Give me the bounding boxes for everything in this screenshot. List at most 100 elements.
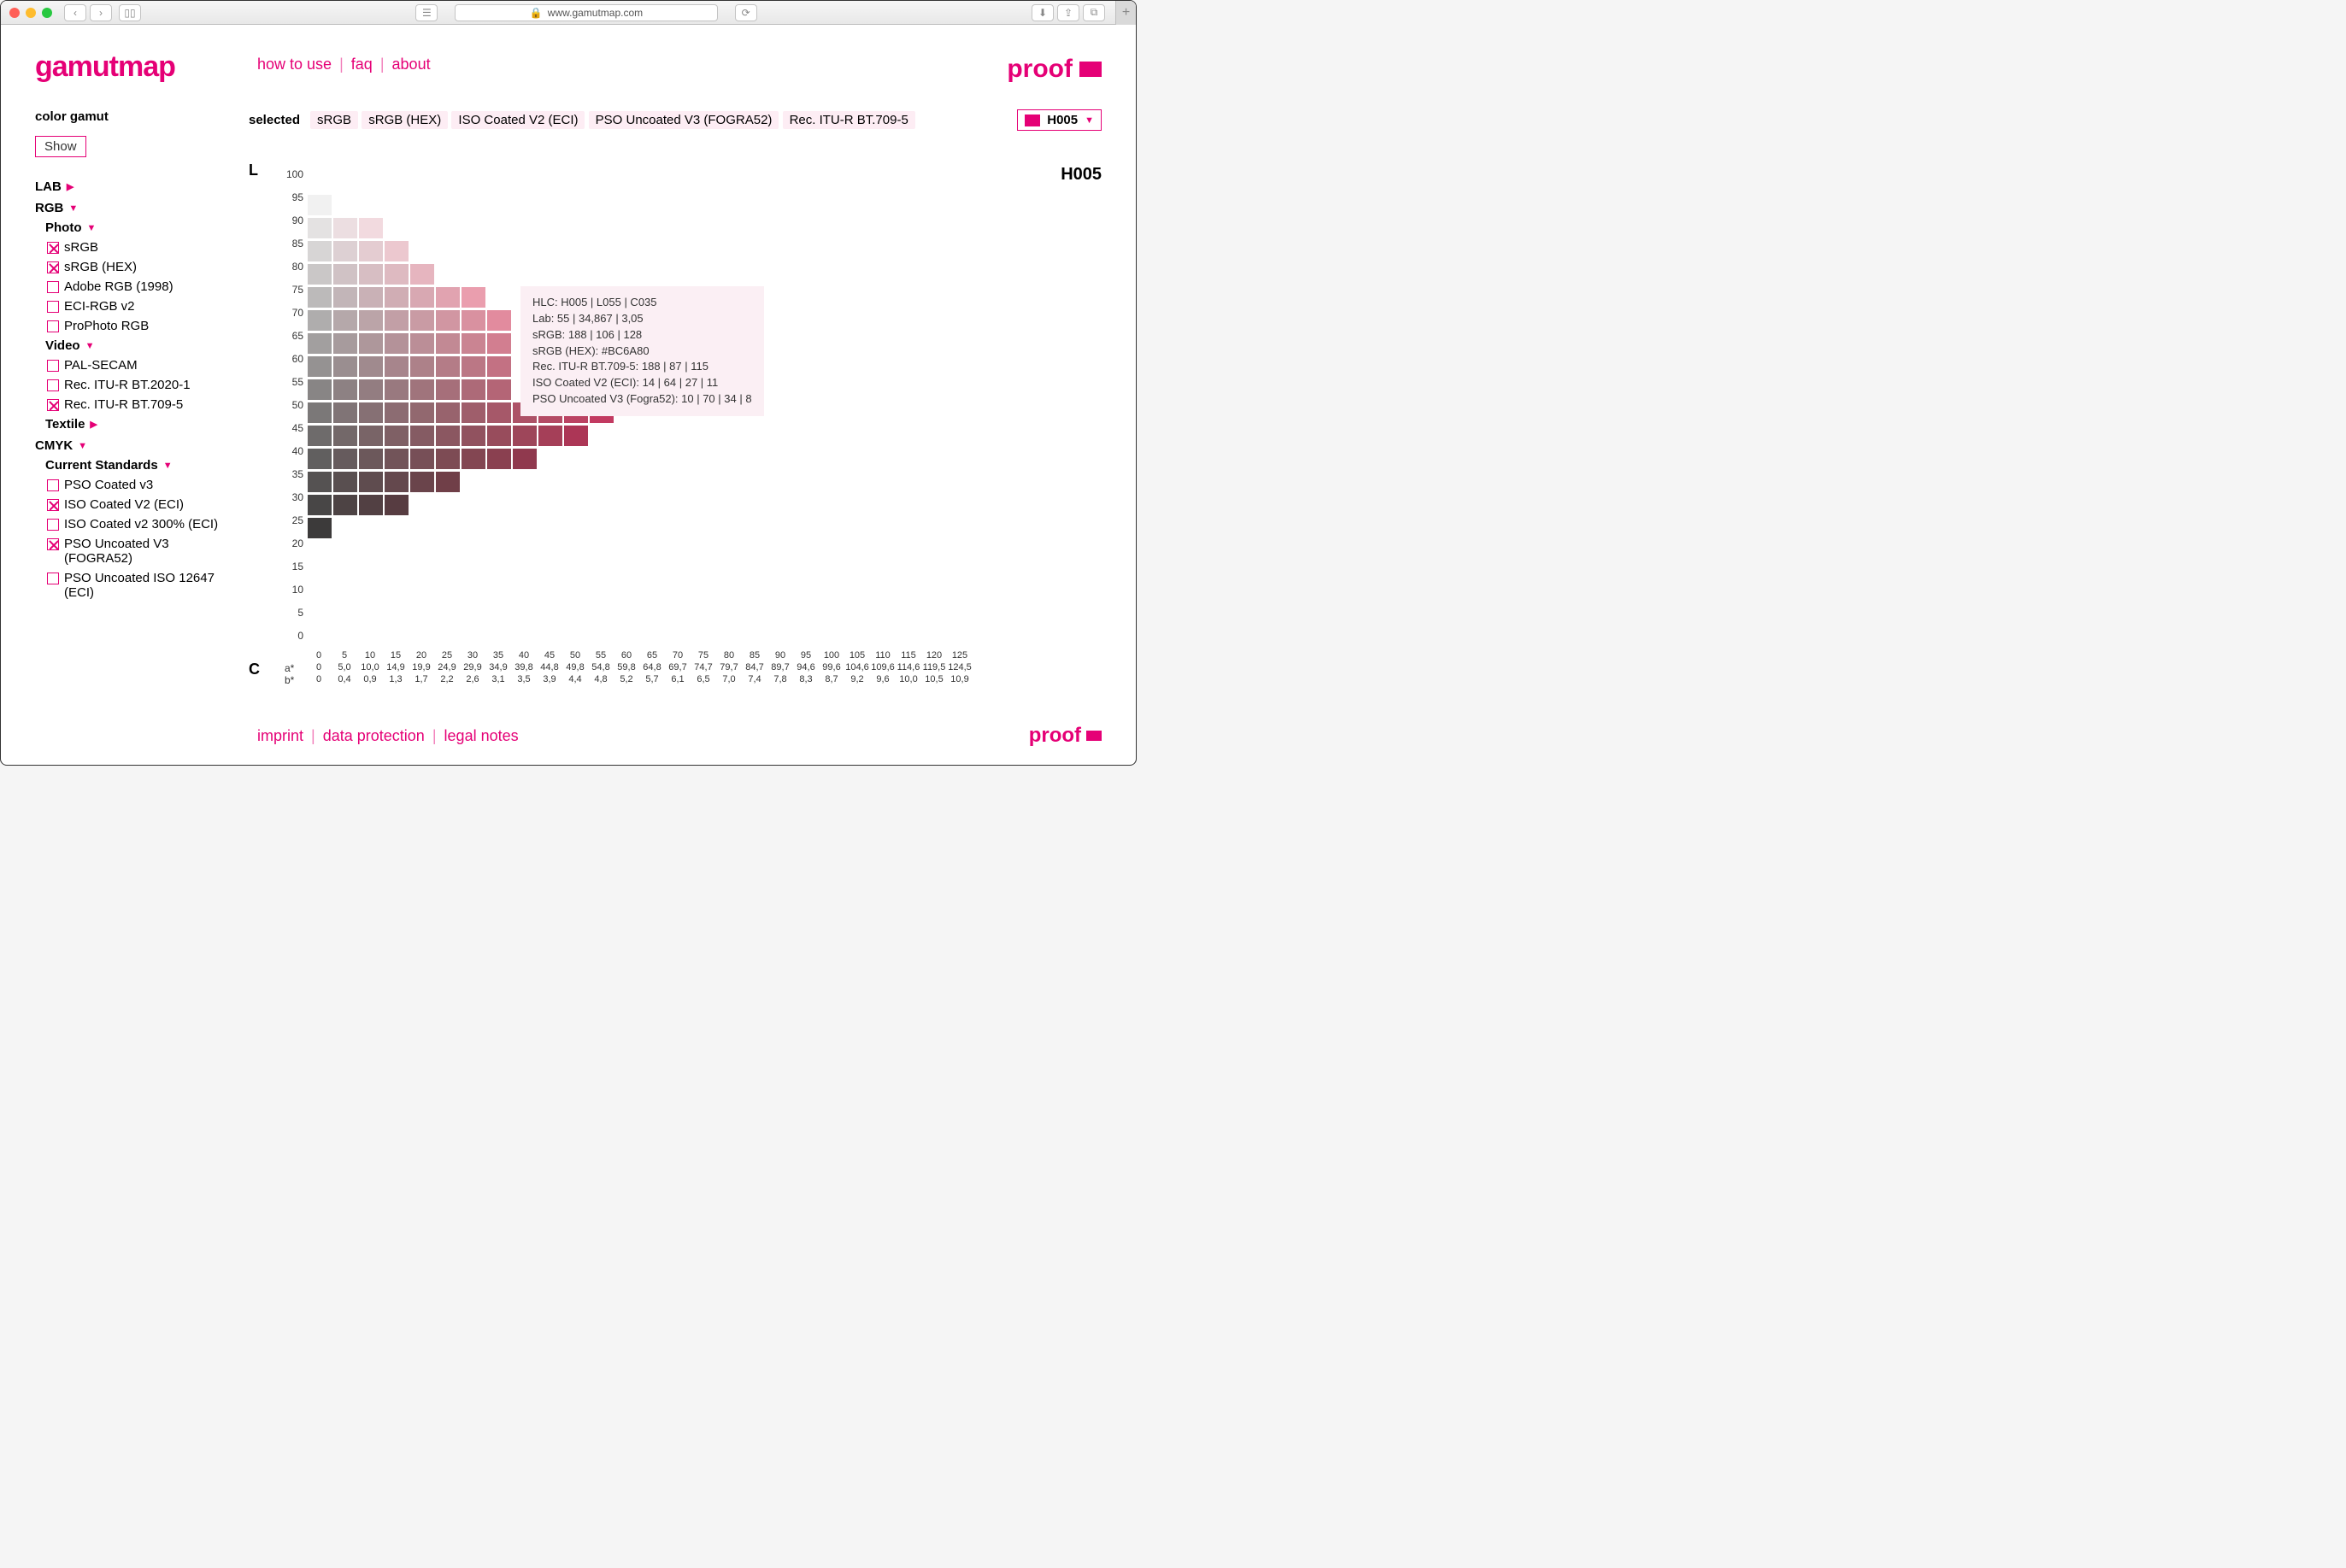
gamut-cell[interactable] — [409, 332, 435, 355]
gamut-chart[interactable]: L H005 100959085807570656055504540353025… — [249, 165, 1102, 695]
gamut-cell[interactable] — [307, 332, 332, 355]
gamut-cell[interactable] — [307, 448, 332, 470]
selected-chip[interactable]: ISO Coated V2 (ECI) — [451, 111, 585, 129]
opt-srgb[interactable]: sRGB — [47, 240, 240, 255]
selected-chip[interactable]: sRGB (HEX) — [362, 111, 448, 129]
gamut-cell[interactable] — [307, 240, 332, 262]
gamut-cell[interactable] — [358, 379, 384, 401]
gamut-cell[interactable] — [358, 471, 384, 493]
gamut-cell[interactable] — [409, 402, 435, 424]
opt-pal-secam[interactable]: PAL-SECAM — [47, 358, 240, 373]
gamut-cell[interactable] — [307, 379, 332, 401]
site-logo[interactable]: gamutmap — [35, 50, 175, 84]
sidebar-toggle-button[interactable]: ▯▯ — [119, 4, 141, 21]
gamut-cell[interactable] — [435, 448, 461, 470]
gamut-cell[interactable] — [358, 286, 384, 308]
gamut-cell[interactable] — [384, 309, 409, 332]
selected-chip[interactable]: sRGB — [310, 111, 358, 129]
gamut-cell[interactable] — [358, 402, 384, 424]
gamut-cell[interactable] — [332, 448, 358, 470]
gamut-cell[interactable] — [307, 494, 332, 516]
gamut-cell[interactable] — [384, 402, 409, 424]
gamut-cell[interactable] — [435, 286, 461, 308]
address-bar[interactable]: 🔒 www.gamutmap.com — [455, 4, 717, 21]
gamut-cell[interactable] — [332, 402, 358, 424]
tabs-button[interactable]: ⧉ — [1083, 4, 1105, 21]
minimize-window-icon[interactable] — [26, 8, 36, 18]
opt-bt2020[interactable]: Rec. ITU-R BT.2020-1 — [47, 378, 240, 392]
downloads-button[interactable]: ⬇ — [1032, 4, 1054, 21]
gamut-cell[interactable] — [358, 494, 384, 516]
gamut-cell[interactable] — [486, 309, 512, 332]
proof-logo[interactable]: proof — [1007, 55, 1102, 84]
footer-proof-logo[interactable]: proof — [1029, 724, 1102, 748]
gamut-cell[interactable] — [409, 355, 435, 378]
gamut-cell[interactable] — [307, 517, 332, 539]
nav-faq[interactable]: faq — [351, 56, 373, 73]
gamut-cell[interactable] — [486, 448, 512, 470]
nav-how-to-use[interactable]: how to use — [257, 56, 332, 73]
subgroup-current-standards[interactable]: Current Standards▼ — [45, 458, 240, 473]
gamut-cell[interactable] — [461, 332, 486, 355]
gamut-cell[interactable] — [307, 263, 332, 285]
gamut-cell[interactable] — [332, 240, 358, 262]
forward-button[interactable]: › — [90, 4, 112, 21]
gamut-cell[interactable] — [358, 355, 384, 378]
hue-dropdown[interactable]: H005 ▼ — [1017, 109, 1102, 131]
gamut-cell[interactable] — [384, 471, 409, 493]
gamut-cell[interactable] — [435, 355, 461, 378]
group-rgb[interactable]: RGB▼ — [35, 201, 240, 215]
gamut-cell[interactable] — [461, 448, 486, 470]
group-cmyk[interactable]: CMYK▼ — [35, 438, 240, 453]
gamut-cell[interactable] — [384, 332, 409, 355]
gamut-cell[interactable] — [512, 448, 538, 470]
footer-data-protection[interactable]: data protection — [323, 727, 425, 744]
reload-button[interactable]: ⟳ — [735, 4, 757, 21]
opt-iso-coated-v2-300[interactable]: ISO Coated v2 300% (ECI) — [47, 517, 240, 531]
selected-chip[interactable]: Rec. ITU-R BT.709-5 — [783, 111, 915, 129]
gamut-cell[interactable] — [384, 286, 409, 308]
selected-chip[interactable]: PSO Uncoated V3 (FOGRA52) — [589, 111, 779, 129]
group-lab[interactable]: LAB▶ — [35, 179, 240, 194]
back-button[interactable]: ‹ — [64, 4, 86, 21]
opt-eci-rgb[interactable]: ECI-RGB v2 — [47, 299, 240, 314]
gamut-cell[interactable] — [332, 332, 358, 355]
gamut-cell[interactable] — [409, 471, 435, 493]
gamut-cell[interactable] — [307, 471, 332, 493]
gamut-cell[interactable] — [512, 425, 538, 447]
gamut-cell[interactable] — [409, 286, 435, 308]
gamut-cell[interactable] — [358, 448, 384, 470]
gamut-cell[interactable] — [486, 332, 512, 355]
gamut-cell[interactable] — [435, 379, 461, 401]
gamut-cell[interactable] — [461, 286, 486, 308]
opt-pso-uncoated-iso12647[interactable]: PSO Uncoated ISO 12647 (ECI) — [47, 571, 240, 600]
reader-button[interactable]: ☰ — [415, 4, 438, 21]
opt-bt709[interactable]: Rec. ITU-R BT.709-5 — [47, 397, 240, 412]
opt-srgb-hex[interactable]: sRGB (HEX) — [47, 260, 240, 274]
opt-pso-uncoated-v3[interactable]: PSO Uncoated V3 (FOGRA52) — [47, 537, 240, 566]
footer-imprint[interactable]: imprint — [257, 727, 303, 744]
gamut-cell[interactable] — [409, 448, 435, 470]
maximize-window-icon[interactable] — [42, 8, 52, 18]
footer-legal-notes[interactable]: legal notes — [444, 727, 519, 744]
gamut-cell[interactable] — [435, 402, 461, 424]
opt-pso-coated-v3[interactable]: PSO Coated v3 — [47, 478, 240, 492]
nav-about[interactable]: about — [392, 56, 431, 73]
gamut-cell[interactable] — [358, 263, 384, 285]
opt-prophoto[interactable]: ProPhoto RGB — [47, 319, 240, 333]
gamut-cell[interactable] — [332, 355, 358, 378]
subgroup-photo[interactable]: Photo▼ — [45, 220, 240, 235]
gamut-cell[interactable] — [409, 379, 435, 401]
close-window-icon[interactable] — [9, 8, 20, 18]
gamut-cell[interactable] — [435, 425, 461, 447]
gamut-cell[interactable] — [332, 425, 358, 447]
gamut-cell[interactable] — [332, 309, 358, 332]
gamut-cell[interactable] — [384, 425, 409, 447]
gamut-cell[interactable] — [332, 286, 358, 308]
opt-adobe-rgb[interactable]: Adobe RGB (1998) — [47, 279, 240, 294]
gamut-cell[interactable] — [461, 402, 486, 424]
gamut-cell[interactable] — [486, 425, 512, 447]
gamut-cell[interactable] — [332, 217, 358, 239]
gamut-cell[interactable] — [307, 217, 332, 239]
gamut-cell[interactable] — [358, 240, 384, 262]
